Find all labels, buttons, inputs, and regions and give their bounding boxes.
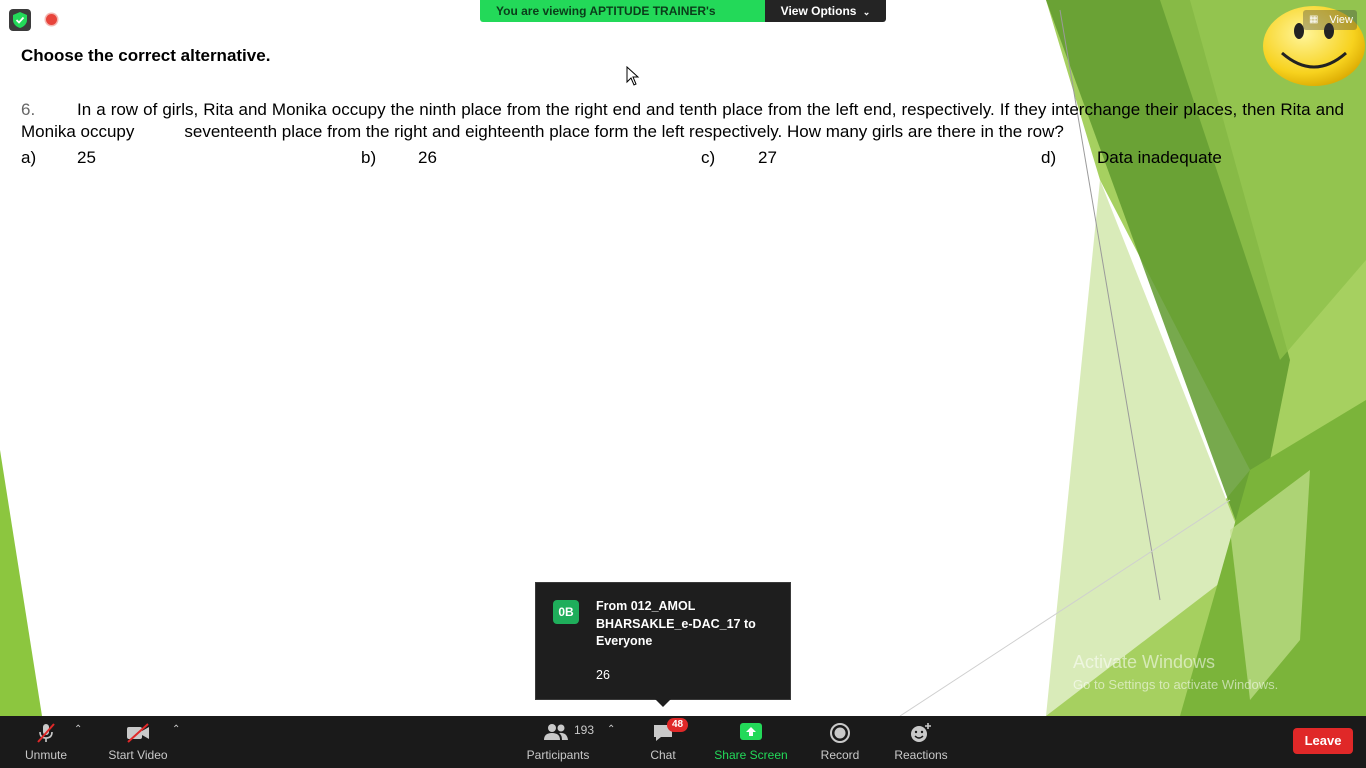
audio-options-caret-icon[interactable]: ⌃ xyxy=(74,724,82,735)
option-c-value: 27 xyxy=(758,148,777,167)
view-layout-button[interactable]: ▦ View xyxy=(1303,10,1357,30)
mouse-cursor-icon xyxy=(626,66,640,86)
record-button[interactable]: Record xyxy=(816,716,864,768)
chevron-down-icon: ⌄ xyxy=(862,7,871,17)
reactions-emoji-icon xyxy=(911,723,931,742)
sender-avatar: 0B xyxy=(553,600,579,624)
option-a-label: a) xyxy=(21,148,37,167)
screen-share-banner: You are viewing APTITUDE TRAINER's scree… xyxy=(480,0,886,22)
grid-icon: ▦ xyxy=(1309,14,1319,25)
option-d: d) Data inadequate xyxy=(1041,148,1222,168)
start-video-label: Start Video xyxy=(108,748,168,762)
view-layout-label: View xyxy=(1329,14,1353,26)
unmute-button[interactable]: Unmute xyxy=(18,716,74,768)
view-options-button[interactable]: View Options ⌄ xyxy=(765,0,886,22)
chat-sender-text: From 012_AMOL BHARSAKLE_e-DAC_17 to Ever… xyxy=(596,599,756,648)
question-number: 6. xyxy=(21,100,36,119)
activate-windows-title: Activate Windows xyxy=(1073,652,1216,672)
start-video-button[interactable]: Start Video xyxy=(104,716,172,768)
option-d-value: Data inadequate xyxy=(1097,148,1222,167)
recording-indicator-icon xyxy=(46,14,57,25)
activate-windows-subtitle: Go to Settings to activate Windows. xyxy=(1073,677,1279,692)
option-d-label: d) xyxy=(1041,148,1057,167)
question-line-2: seventeenth place from the right and eig… xyxy=(184,122,1064,141)
security-shield-icon[interactable] xyxy=(9,9,31,31)
video-options-caret-icon[interactable]: ⌃ xyxy=(172,724,180,735)
record-icon xyxy=(830,723,850,743)
chat-message-text: 26 xyxy=(596,668,610,682)
participants-options-caret-icon[interactable]: ⌃ xyxy=(607,724,615,735)
participants-label: Participants xyxy=(526,748,590,762)
share-screen-label: Share Screen xyxy=(714,748,788,762)
chat-notification-popup[interactable]: 0B From 012_AMOL BHARSAKLE_e-DAC_17 to E… xyxy=(535,582,791,707)
option-b: b) 26 xyxy=(361,148,437,168)
participant-count: 193 xyxy=(574,723,595,737)
share-screen-button[interactable]: Share Screen xyxy=(712,716,790,768)
option-c: c) 27 xyxy=(701,148,777,168)
viewing-screen-text: You are viewing APTITUDE TRAINER's scree… xyxy=(480,0,765,22)
slide-heading: Choose the correct alternative. xyxy=(21,46,271,65)
reactions-label: Reactions xyxy=(894,748,948,762)
option-b-label: b) xyxy=(361,148,377,167)
option-c-label: c) xyxy=(701,148,716,167)
chat-unread-badge: 48 xyxy=(667,718,688,732)
muted-microphone-icon xyxy=(37,723,55,743)
reactions-button[interactable]: Reactions xyxy=(892,716,950,768)
leave-meeting-button[interactable]: Leave xyxy=(1293,728,1353,754)
view-options-label: View Options xyxy=(780,4,857,18)
option-a-value: 25 xyxy=(77,148,96,167)
popup-pointer xyxy=(655,699,671,707)
question-text: 6. In a row of girls, Rita and Monika occ… xyxy=(21,99,1344,143)
chat-label: Chat xyxy=(650,748,676,762)
record-label: Record xyxy=(820,748,860,762)
video-off-icon xyxy=(127,723,149,743)
unmute-label: Unmute xyxy=(24,748,68,762)
participants-icon xyxy=(544,724,568,740)
option-a: a) 25 xyxy=(21,148,96,168)
option-b-value: 26 xyxy=(418,148,437,167)
share-screen-icon xyxy=(740,723,762,740)
